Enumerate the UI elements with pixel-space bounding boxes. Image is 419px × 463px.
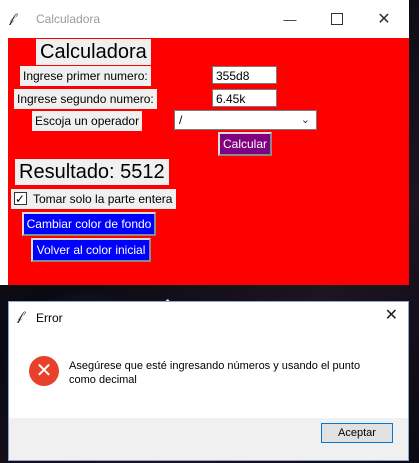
integer-only-checkbox[interactable]: Tomar solo la parte entera (11, 189, 177, 209)
checkbox-check-icon (14, 189, 27, 209)
calculator-window: 𝒻 Calculadora — ✕ Calculadora Ingrese pr… (0, 0, 409, 285)
calculator-body: Calculadora Ingrese primer numero: 355d8… (8, 38, 409, 285)
close-icon[interactable]: ✕ (385, 305, 398, 325)
maximize-button[interactable] (314, 6, 360, 32)
second-number-input[interactable]: 6.45k (212, 89, 277, 107)
operator-value: / (179, 113, 183, 127)
close-icon: ✕ (377, 11, 391, 28)
chevron-down-icon: ⌄ (300, 114, 310, 126)
close-button[interactable]: ✕ (361, 6, 407, 32)
feather-icon: 𝒻 (9, 10, 15, 25)
heading: Calculadora (36, 39, 151, 65)
feather-icon: 𝒻 (17, 308, 23, 323)
dialog-title: Error (36, 311, 63, 325)
change-color-button[interactable]: Cambiar color de fondo (22, 212, 156, 236)
result-label: Resultado: 5512 (15, 159, 169, 185)
minimize-icon: — (283, 11, 297, 27)
label-second-number: Ingrese segundo numero: (14, 89, 157, 109)
minimize-button[interactable]: — (267, 6, 313, 32)
first-number-input[interactable]: 355d8 (212, 66, 277, 84)
ok-button[interactable]: Aceptar (321, 423, 393, 443)
calculate-button[interactable]: Calcular (218, 132, 272, 156)
title-bar: 𝒻 Calculadora — ✕ (0, 0, 409, 38)
window-title: Calculadora (36, 12, 101, 26)
checkbox-label: Tomar solo la parte entera (33, 192, 173, 206)
error-dialog: 𝒻 Error ✕ ✕ Asegúrese que esté ingresand… (8, 301, 409, 461)
error-icon: ✕ (29, 356, 59, 386)
maximize-icon (331, 13, 343, 25)
label-first-number: Ingrese primer numero: (20, 66, 151, 86)
label-operator: Escoja un operador (32, 111, 143, 131)
error-message: Asegúrese que esté ingresando números y … (69, 360, 361, 386)
reset-color-button[interactable]: Volver al color inicial (31, 238, 151, 262)
operator-select[interactable]: / ⌄ (174, 110, 317, 130)
